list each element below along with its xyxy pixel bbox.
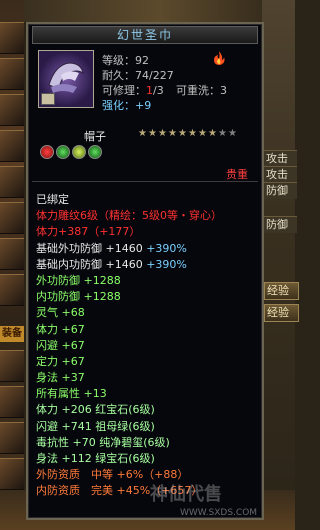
attribute-line: 所有属性 +13 — [36, 387, 107, 401]
title-bar: 幻世圣巾 — [32, 26, 258, 44]
price-tag: 贵重 — [226, 168, 248, 181]
item-icon — [38, 50, 94, 108]
attribute-line: 闪避 +67 — [36, 338, 85, 352]
item-durability: 耐久：74/227 — [102, 69, 174, 82]
attribute-list: 已绑定体力雕纹6级（精绘：5级0等・穿心） 体力+387（+177） 基础外功防御 … — [36, 192, 222, 500]
attribute-line: 外功防御 +1288 — [36, 273, 121, 287]
item-repair: 可修理：1/3 — [102, 84, 164, 97]
divider — [32, 181, 258, 182]
star-empty-icon: ★ — [218, 128, 227, 139]
watermark-logo: 神仙代售 — [150, 484, 222, 505]
gem-socket-green — [56, 145, 70, 159]
item-rewash: 可重洗：3 — [176, 84, 227, 97]
equip-slot[interactable] — [0, 58, 24, 90]
attribute-line: 身法 +37 — [36, 371, 85, 385]
attribute-line: 体力雕纹6级（精绘：5级0等・穿心） — [36, 209, 222, 223]
star-filled-icon: ★ — [198, 128, 207, 139]
star-filled-icon: ★ — [168, 128, 177, 139]
equip-slot[interactable] — [0, 274, 24, 306]
star-filled-icon: ★ — [158, 128, 167, 139]
star-filled-icon: ★ — [188, 128, 197, 139]
bound-icon — [41, 93, 55, 105]
attribute-line: 身法 +112 绿宝石(6级) — [36, 452, 155, 465]
equip-slot[interactable] — [0, 202, 24, 234]
equip-slot[interactable] — [0, 94, 24, 126]
attribute-line: 闪避 +741 祖母绿(6级) — [36, 419, 155, 433]
equip-slot[interactable] — [0, 22, 24, 54]
star-empty-icon: ★ — [228, 128, 237, 139]
equip-slot[interactable] — [0, 166, 24, 198]
star-filled-icon: ★ — [178, 128, 187, 139]
item-enhance: 强化：+9 — [102, 99, 152, 112]
attribute-line: 基础外功防御 +1460 +390% — [36, 241, 187, 255]
equip-slot[interactable] — [0, 458, 24, 490]
exp-button[interactable]: 经验 — [264, 304, 299, 322]
equip-slot[interactable] — [0, 130, 24, 162]
top-bar — [24, 0, 295, 22]
item-type: 帽子 — [84, 130, 106, 143]
gem-socket-red — [40, 145, 54, 159]
side-tab-attack[interactable]: 攻击 — [264, 150, 297, 167]
attribute-line: 体力 +67 — [36, 322, 85, 336]
attribute-line: 定力 +67 — [36, 354, 85, 368]
star-rating: ★★★★★★★★★★ — [138, 128, 238, 139]
fire-icon — [214, 51, 225, 65]
star-filled-icon: ★ — [148, 128, 157, 139]
equip-slot[interactable] — [0, 422, 24, 454]
item-level: 等级：92 — [102, 54, 149, 67]
attribute-line: 已绑定 — [36, 193, 69, 206]
equip-slot[interactable] — [0, 238, 24, 270]
side-tab-attack[interactable]: 攻击 — [264, 166, 297, 183]
attribute-line: 内功防御 +1288 — [36, 290, 121, 304]
gem-socket-yellow-green — [72, 145, 86, 159]
item-title: 幻世圣巾 — [116, 28, 173, 42]
star-filled-icon: ★ — [208, 128, 217, 139]
side-tab-defense[interactable]: 防御 — [264, 216, 297, 233]
equip-slot[interactable] — [0, 386, 24, 418]
gem-sockets — [40, 145, 104, 162]
watermark-url: WWW.SXDS.COM — [180, 508, 258, 518]
equip-tab[interactable]: 装备 — [0, 326, 24, 342]
attribute-line: 体力+387（+177） — [36, 225, 141, 239]
right-panel — [262, 0, 295, 530]
star-filled-icon: ★ — [138, 128, 147, 139]
side-tab-defense[interactable]: 防御 — [264, 182, 297, 199]
attribute-line: 基础内功防御 +1460 +390% — [36, 257, 187, 271]
gem-socket-green — [88, 145, 102, 159]
attribute-line: 毒抗性 +70 纯净碧玺(6级) — [36, 435, 170, 449]
exp-button[interactable]: 经验 — [264, 282, 299, 300]
attribute-line: 体力 +206 红宝石(6级) — [36, 403, 155, 417]
attribute-line: 灵气 +68 — [36, 306, 85, 320]
item-tooltip: 幻世圣巾 等级：92 耐久：74/227 可修理：1/3 可重洗：3 强化：+9… — [26, 22, 264, 520]
equip-slot[interactable] — [0, 350, 24, 382]
